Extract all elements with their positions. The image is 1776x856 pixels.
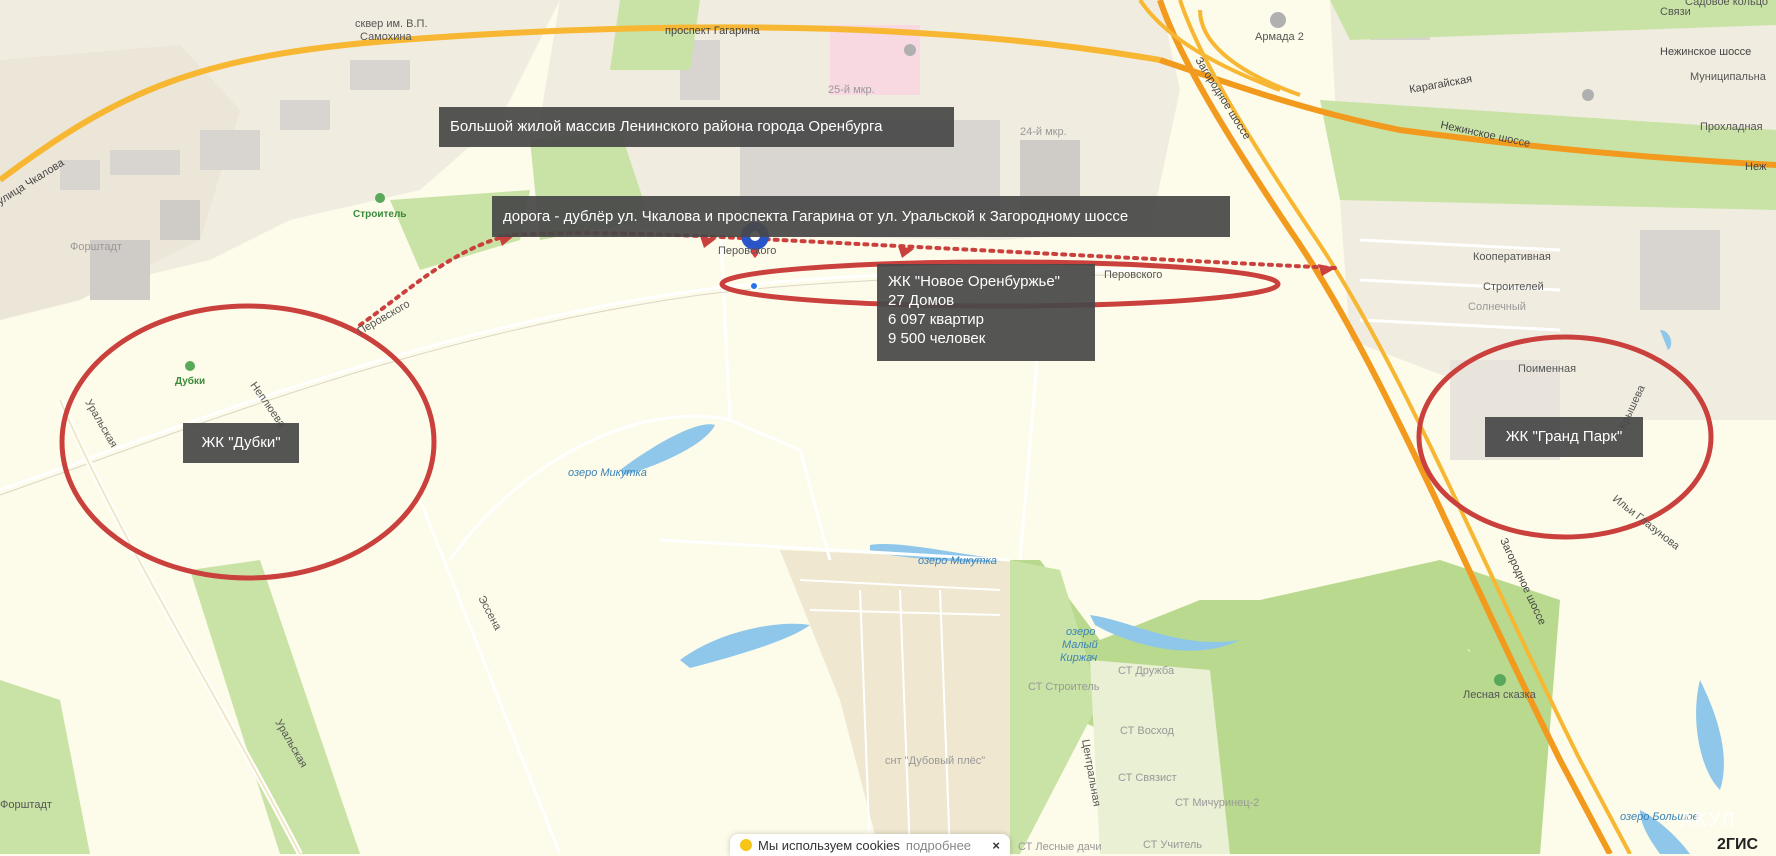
callout-novoe-orenburzhye: ЖК "Новое Оренбуржье" 27 Домов 6 097 ква… bbox=[877, 264, 1095, 361]
callout-grand-park: ЖК "Гранд Парк" bbox=[1485, 417, 1643, 457]
cookie-smiley-icon bbox=[740, 839, 752, 851]
label-solnechny: Солнечный bbox=[1468, 301, 1526, 313]
novoe-people: 9 500 человек bbox=[888, 330, 986, 347]
label-snt-dubovy: снт "Дубовый плёс" bbox=[885, 755, 985, 767]
current-location-dot bbox=[749, 281, 759, 291]
label-nezhinskoe-2: Нежинское шоссе bbox=[1660, 46, 1751, 58]
cookie-more-link[interactable]: подробнее bbox=[906, 838, 971, 853]
novoe-name: ЖК "Новое Оренбуржье" bbox=[888, 273, 1060, 290]
label-stroitel: Строитель bbox=[353, 209, 406, 220]
cookie-close-icon[interactable]: × bbox=[992, 838, 1000, 853]
callout-road-text: дорога - дублёр ул. Чкалова и проспекта … bbox=[503, 208, 1129, 225]
label-st-druzhba: СТ Дружба bbox=[1118, 665, 1175, 677]
label-st-stroitel: СТ Строитель bbox=[1028, 681, 1100, 693]
label-prokhladnaya: Прохладная bbox=[1700, 121, 1763, 133]
label-skver-2: Самохина bbox=[360, 31, 412, 43]
label-stroiteley: Строителей bbox=[1483, 281, 1544, 293]
label-forshtadt: Форштадт bbox=[70, 241, 122, 253]
label-mkr25: 25-й мкр. bbox=[828, 84, 875, 96]
label-dubki-park: Дубки bbox=[175, 375, 205, 387]
callout-title-text: Большой жилой массив Ленинского района г… bbox=[450, 118, 883, 135]
novoe-flats: 6 097 квартир bbox=[888, 311, 985, 328]
label-nezh-edge: Неж bbox=[1745, 161, 1767, 173]
label-mkr24: 24-й мкр. bbox=[1020, 126, 1067, 138]
label-sadovoe: Садовое кольцо bbox=[1685, 0, 1768, 8]
label-munitsipalnaya: Муниципальна bbox=[1690, 71, 1767, 83]
label-forshtadt-2: Форштадт bbox=[0, 799, 52, 811]
label-kooperativnaya: Кооперативная bbox=[1473, 251, 1551, 263]
brand-logo[interactable]: 2ГИС bbox=[1717, 836, 1758, 854]
label-armada: Армада 2 bbox=[1255, 31, 1304, 43]
callout-title: Большой жилой массив Ленинского района г… bbox=[439, 107, 954, 147]
label-poymennaya: Поименная bbox=[1518, 363, 1576, 375]
label-st-lesnye: СТ Лесные дачи bbox=[1018, 841, 1102, 853]
label-st-voskhod: СТ Восход bbox=[1120, 725, 1175, 737]
label-st-uchitel: СТ Учитель bbox=[1143, 839, 1202, 851]
callout-dubki-text: ЖК "Дубки" bbox=[201, 434, 281, 451]
callout-grand-park-text: ЖК "Гранд Парк" bbox=[1505, 428, 1623, 445]
label-ozero-maly-2: Малый bbox=[1062, 639, 1098, 651]
novoe-houses: 27 Домов bbox=[888, 292, 955, 309]
watermark: АКУЛ bbox=[1679, 809, 1736, 831]
label-skver-1: сквер им. В.П. bbox=[355, 18, 428, 30]
label-ozero-maly-1: озеро bbox=[1066, 626, 1095, 638]
label-ozero-mikutka-2: озеро Микутка bbox=[918, 555, 997, 567]
label-prospekt-gagarina: проспект Гагарина bbox=[665, 25, 760, 37]
label-st-svyazist: СТ Связист bbox=[1118, 772, 1177, 784]
label-lesnaya-skazka: Лесная сказка bbox=[1463, 689, 1537, 701]
label-ozero-mikutka-1: озеро Микутка bbox=[568, 467, 647, 479]
cookie-text: Мы используем cookies bbox=[758, 837, 900, 853]
cookie-banner[interactable]: Мы используем cookies подробнее × bbox=[730, 834, 1010, 856]
label-perovskogo-center: Перовского bbox=[718, 245, 776, 257]
callout-dubki: ЖК "Дубки" bbox=[183, 423, 299, 463]
callout-road: дорога - дублёр ул. Чкалова и проспекта … bbox=[492, 196, 1230, 237]
label-ozero-maly-3: Киржач bbox=[1060, 652, 1098, 664]
label-st-michurinets: СТ Мичуринец-2 bbox=[1175, 797, 1259, 809]
label-perovskogo-right: Перовского bbox=[1104, 269, 1162, 281]
